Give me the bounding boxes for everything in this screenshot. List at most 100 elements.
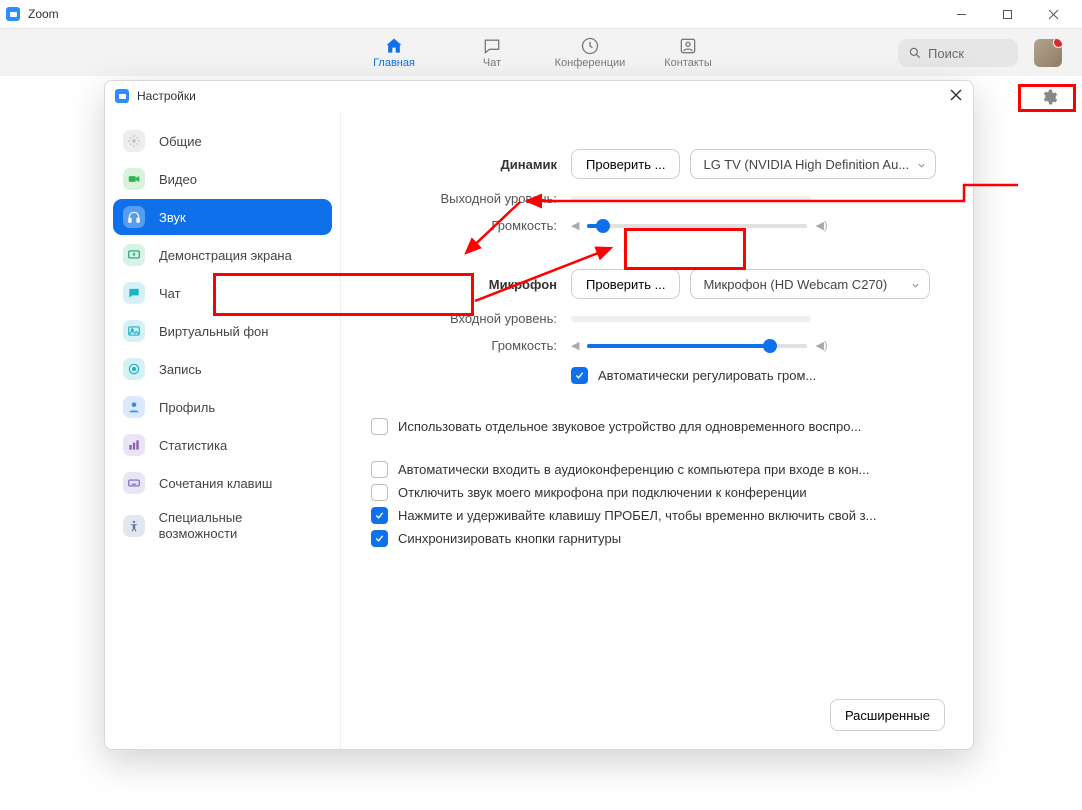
sidebar-item-label: Демонстрация экрана <box>159 248 292 263</box>
zoom-logo-icon <box>6 7 20 21</box>
sidebar-item-label: Чат <box>159 286 181 301</box>
checkbox-icon <box>371 530 388 547</box>
checkbox-label: Синхронизировать кнопки гарнитуры <box>398 531 621 546</box>
chevron-down-icon <box>910 279 921 294</box>
sidebar-item-virtual-bg[interactable]: Виртуальный фон <box>113 313 332 349</box>
mute-mic-checkbox[interactable]: Отключить звук моего микрофона при подкл… <box>371 484 943 501</box>
window-titlebar: Zoom <box>0 0 1082 28</box>
test-mic-button[interactable]: Проверить ... <box>571 269 680 299</box>
sidebar-item-general[interactable]: Общие <box>113 123 332 159</box>
modal-header: Настройки <box>105 81 973 111</box>
auto-adjust-checkbox[interactable]: Автоматически регулировать гром... <box>571 367 816 384</box>
sidebar-item-label: Виртуальный фон <box>159 324 268 339</box>
close-button[interactable] <box>1030 0 1076 28</box>
sidebar-item-label: Запись <box>159 362 202 377</box>
checkbox-label: Нажмите и удерживайте клавишу ПРОБЕЛ, чт… <box>398 508 876 523</box>
person-icon <box>123 396 145 418</box>
zoom-logo-icon <box>115 89 129 103</box>
output-level-meter <box>571 196 811 202</box>
tab-chat[interactable]: Чат <box>448 36 536 69</box>
sidebar-item-recording[interactable]: Запись <box>113 351 332 387</box>
sidebar-item-accessibility[interactable]: Специальные возможности <box>113 503 332 549</box>
checkbox-icon <box>371 418 388 435</box>
auto-join-checkbox[interactable]: Автоматически входить в аудиоконференцию… <box>371 461 943 478</box>
volume-high-icon: ◀) <box>815 219 827 232</box>
window-title: Zoom <box>28 7 59 21</box>
test-speaker-button[interactable]: Проверить ... <box>571 149 680 179</box>
separate-device-checkbox[interactable]: Использовать отдельное звуковое устройст… <box>371 418 943 435</box>
settings-sidebar: Общие Видео Звук Демонстрация экрана <box>105 111 341 749</box>
volume-high-icon: ◀) <box>815 339 827 352</box>
tab-label: Контакты <box>664 57 712 69</box>
checkbox-icon <box>371 461 388 478</box>
sidebar-item-label: Видео <box>159 172 197 187</box>
chevron-down-icon <box>916 159 927 174</box>
gear-icon[interactable] <box>1040 88 1058 109</box>
main-toolbar: Главная Чат Конференции Контакты Поиск <box>0 28 1082 76</box>
volume-label: Громкость: <box>371 338 571 353</box>
volume-low-icon: ◀ <box>571 339 579 352</box>
record-icon <box>123 358 145 380</box>
stats-icon <box>123 434 145 456</box>
mic-device-select[interactable]: Микрофон (HD Webcam C270) <box>690 269 930 299</box>
select-value: Микрофон (HD Webcam C270) <box>703 277 887 292</box>
input-level-meter <box>571 316 811 322</box>
settings-icon <box>123 130 145 152</box>
checkbox-icon <box>371 507 388 524</box>
video-icon <box>123 168 145 190</box>
speaker-volume-slider[interactable] <box>587 224 807 228</box>
mic-volume-slider[interactable] <box>587 344 807 348</box>
tab-contacts[interactable]: Контакты <box>644 36 732 69</box>
keyboard-icon <box>123 472 145 494</box>
sidebar-item-label: Статистика <box>159 438 227 453</box>
sidebar-item-chat[interactable]: Чат <box>113 275 332 311</box>
sidebar-item-share-screen[interactable]: Демонстрация экрана <box>113 237 332 273</box>
sidebar-item-shortcuts[interactable]: Сочетания клавиш <box>113 465 332 501</box>
press-space-checkbox[interactable]: Нажмите и удерживайте клавишу ПРОБЕЛ, чт… <box>371 507 943 524</box>
speaker-device-select[interactable]: LG TV (NVIDIA High Definition Au... <box>690 149 936 179</box>
select-value: LG TV (NVIDIA High Definition Au... <box>703 157 909 172</box>
volume-low-icon: ◀ <box>571 219 579 232</box>
tab-label: Главная <box>373 57 415 69</box>
sidebar-item-label: Профиль <box>159 400 215 415</box>
speaker-label: Динамик <box>371 157 571 172</box>
chat-icon <box>123 282 145 304</box>
mic-label: Микрофон <box>371 277 571 292</box>
search-input[interactable]: Поиск <box>898 39 1018 67</box>
minimize-button[interactable] <box>938 0 984 28</box>
image-icon <box>123 320 145 342</box>
share-icon <box>123 244 145 266</box>
tab-meetings[interactable]: Конференции <box>546 36 634 69</box>
checkbox-label: Автоматически входить в аудиоконференцию… <box>398 462 869 477</box>
checkbox-label: Отключить звук моего микрофона при подкл… <box>398 485 807 500</box>
tab-label: Чат <box>483 57 501 69</box>
sync-headset-checkbox[interactable]: Синхронизировать кнопки гарнитуры <box>371 530 943 547</box>
sidebar-item-label: Общие <box>159 134 202 149</box>
sidebar-item-profile[interactable]: Профиль <box>113 389 332 425</box>
sidebar-item-label: Сочетания клавиш <box>159 476 272 491</box>
maximize-button[interactable] <box>984 0 1030 28</box>
volume-label: Громкость: <box>371 218 571 233</box>
avatar[interactable] <box>1034 39 1062 67</box>
close-icon[interactable] <box>949 88 963 105</box>
sidebar-item-label: Специальные возможности <box>159 510 322 541</box>
advanced-button[interactable]: Расширенные <box>830 699 945 731</box>
sidebar-item-statistics[interactable]: Статистика <box>113 427 332 463</box>
tab-home[interactable]: Главная <box>350 36 438 69</box>
settings-modal: Настройки Общие Видео <box>104 80 974 750</box>
sidebar-item-video[interactable]: Видео <box>113 161 332 197</box>
checkbox-icon <box>571 367 588 384</box>
sidebar-item-audio[interactable]: Звук <box>113 199 332 235</box>
output-level-label: Выходной уровень: <box>371 191 571 206</box>
checkbox-label: Автоматически регулировать гром... <box>598 368 816 383</box>
search-placeholder: Поиск <box>928 46 964 61</box>
audio-settings-panel: Динамик Проверить ... LG TV (NVIDIA High… <box>341 111 973 749</box>
checkbox-label: Использовать отдельное звуковое устройст… <box>398 419 861 434</box>
sidebar-item-label: Звук <box>159 210 186 225</box>
input-level-label: Входной уровень: <box>371 311 571 326</box>
search-icon <box>908 46 922 60</box>
tab-label: Конференции <box>555 57 626 69</box>
checkbox-icon <box>371 484 388 501</box>
accessibility-icon <box>123 515 145 537</box>
headphones-icon <box>123 206 145 228</box>
